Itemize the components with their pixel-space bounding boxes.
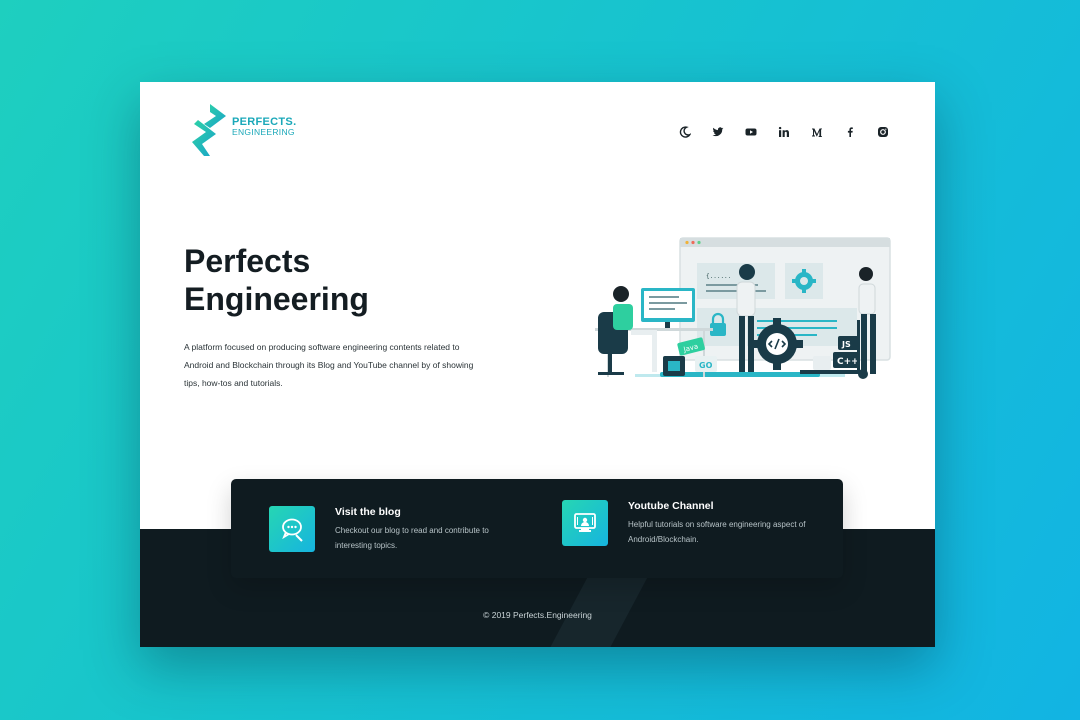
youtube-card[interactable]: Youtube Channel Helpful tutorials on sof… (562, 500, 808, 547)
social-links (676, 123, 891, 140)
hero-illustration: {...... Java GO C++ JS (595, 237, 891, 379)
copyright-text: © 2019 Perfects.Engineering (483, 610, 592, 620)
cpp-badge-label: C++ (837, 357, 859, 367)
blog-card-description: Checkout our blog to read and contribute… (335, 526, 489, 550)
brand-logo[interactable]: PERFECTS. ENGINEERING (190, 102, 296, 158)
hero-title: Perfects Engineering (184, 242, 444, 318)
feature-cards: Visit the blog Checkout our blog to read… (231, 479, 843, 578)
chat-bubble-icon (269, 506, 315, 552)
video-monitor-icon (562, 500, 608, 546)
youtube-card-description: Helpful tutorials on software engineerin… (628, 520, 806, 544)
go-badge-label: GO (699, 361, 713, 370)
blog-card[interactable]: Visit the blog Checkout our blog to read… (269, 506, 515, 553)
logo-mark-icon (192, 104, 226, 156)
moon-icon[interactable] (676, 123, 693, 140)
blog-card-title: Visit the blog (335, 506, 401, 518)
youtube-icon[interactable] (742, 123, 759, 140)
twitter-icon[interactable] (709, 123, 726, 140)
website-frame: PERFECTS. ENGINEERING Perfects Engineeri… (140, 82, 935, 647)
instagram-icon[interactable] (874, 123, 891, 140)
facebook-icon[interactable] (841, 123, 858, 140)
hero-title-line2: Engineering (184, 281, 369, 317)
hero-description: A platform focused on producing software… (184, 342, 474, 388)
go-badge: GO (695, 356, 717, 372)
code-snippet-text: {...... (706, 273, 731, 280)
hero-title-line1: Perfects (184, 243, 311, 279)
footer-decoration (528, 569, 652, 647)
youtube-card-title: Youtube Channel (628, 500, 714, 512)
linkedin-icon[interactable] (775, 123, 792, 140)
medium-icon[interactable] (808, 123, 825, 140)
brand-subname: ENGINEERING (232, 127, 295, 138)
js-badge-label: JS (841, 340, 851, 349)
